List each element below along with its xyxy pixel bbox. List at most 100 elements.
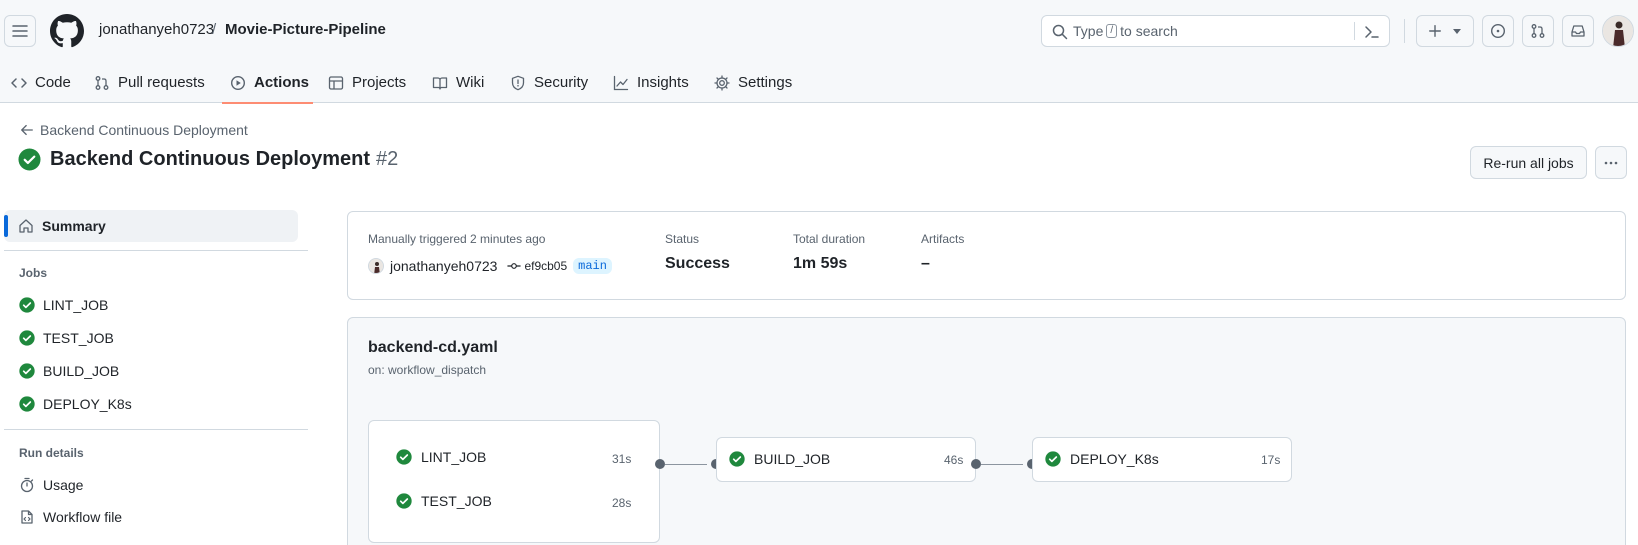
check-circle-fill-icon [19, 396, 35, 412]
check-circle-fill-icon [19, 363, 35, 379]
sidebar-item-workflow-file[interactable]: Workflow file [19, 509, 122, 525]
plus-icon [1429, 25, 1441, 37]
tab-projects-label: Projects [352, 74, 407, 91]
sidebar-item-summary[interactable]: Summary [4, 210, 298, 242]
total-duration-value: 1m 59s [793, 255, 848, 272]
active-tab-underline [222, 102, 313, 104]
arrow-left-icon [21, 124, 33, 136]
workflow-file-name[interactable]: backend-cd.yaml [368, 339, 498, 357]
tab-insights[interactable]: Insights [613, 62, 689, 103]
branch-badge[interactable]: main [573, 258, 612, 274]
tab-wiki[interactable]: Wiki [432, 62, 484, 103]
connector-dot [655, 459, 665, 469]
shield-icon [511, 75, 525, 90]
actor-avatar[interactable] [368, 258, 384, 274]
triangle-down-icon [1453, 29, 1461, 34]
job-node-label: TEST_JOB [421, 493, 492, 509]
tab-actions-label: Actions [254, 74, 310, 91]
app-header: jonathanyeh0723 / Movie-Picture-Pipeline… [0, 0, 1638, 104]
tab-insights-label: Insights [637, 74, 689, 91]
inbox-icon [1571, 25, 1585, 37]
page-title-text: Backend Continuous Deployment [50, 148, 371, 170]
command-palette-icon[interactable] [1364, 24, 1380, 40]
back-link-label: Backend Continuous Deployment [40, 122, 248, 138]
job-node-test[interactable]: TEST_JOB [396, 493, 492, 509]
sidebar-job-deploy[interactable]: DEPLOY_K8s [19, 396, 132, 412]
tab-security[interactable]: Security [510, 62, 588, 103]
sidebar-run-details-heading: Run details [19, 446, 84, 460]
table-icon [328, 75, 344, 90]
issues-button[interactable] [1482, 15, 1514, 47]
tab-projects[interactable]: Projects [328, 62, 406, 103]
job-node-deploy[interactable]: DEPLOY_K8s 17s [1032, 437, 1292, 482]
job-node-lint[interactable]: LINT_JOB [396, 449, 486, 465]
trigger-label: Manually triggered 2 minutes ago [368, 232, 546, 246]
search-divider [1354, 22, 1355, 40]
job-node-label: DEPLOY_K8s [1070, 451, 1159, 467]
search-placeholder: Type / to search [1073, 23, 1178, 39]
search-input[interactable]: Type / to search [1041, 15, 1390, 47]
tab-wiki-label: Wiki [456, 74, 485, 91]
tab-settings-label: Settings [738, 74, 793, 91]
hamburger-icon [12, 25, 28, 37]
job-group-lint-test: LINT_JOB 31s TEST_JOB 28s [368, 420, 660, 543]
search-shortcut-key: / [1106, 24, 1118, 38]
check-circle-fill-icon [18, 148, 41, 171]
commit-sha[interactable]: ef9cb05 [507, 259, 567, 273]
sidebar-job-label: BUILD_JOB [43, 363, 120, 379]
breadcrumb-owner[interactable]: jonathanyeh0723 [99, 21, 214, 38]
sidebar-job-lint[interactable]: LINT_JOB [19, 297, 108, 313]
breadcrumb-repo[interactable]: Movie-Picture-Pipeline [225, 21, 386, 38]
status-value: Success [665, 255, 730, 272]
tab-code[interactable]: Code [11, 62, 71, 103]
home-icon [19, 219, 33, 233]
connector-dot [971, 459, 981, 469]
sidebar-job-label: TEST_JOB [43, 330, 114, 346]
job-node-build[interactable]: BUILD_JOB 46s [716, 437, 976, 482]
issue-opened-icon [1490, 23, 1506, 39]
job-duration: 46s [944, 453, 964, 467]
job-node-deploy-row: DEPLOY_K8s [1045, 451, 1159, 467]
check-circle-fill-icon [396, 449, 412, 465]
search-prefix-text: Type [1073, 23, 1104, 39]
back-link[interactable]: Backend Continuous Deployment [20, 122, 248, 138]
sidebar-active-indicator [4, 215, 8, 237]
job-node-label: BUILD_JOB [754, 451, 831, 467]
rerun-all-jobs-button[interactable]: Re-run all jobs [1470, 146, 1587, 179]
sidebar-divider [4, 429, 308, 430]
actor-name[interactable]: jonathanyeh0723 [390, 258, 497, 274]
workflow-graph-card: backend-cd.yaml on: workflow_dispatch LI… [347, 317, 1626, 545]
more-options-button[interactable] [1595, 146, 1627, 179]
check-circle-fill-icon [19, 330, 35, 346]
menu-button[interactable] [4, 15, 36, 47]
job-node-build-row: BUILD_JOB [729, 451, 830, 467]
git-pull-request-icon [1531, 24, 1545, 38]
check-circle-fill-icon [396, 493, 412, 509]
job-duration: 17s [1261, 453, 1281, 467]
run-number: #2 [376, 148, 399, 170]
tab-settings[interactable]: Settings [714, 62, 792, 103]
page-title-row: Backend Continuous Deployment #2 [18, 148, 398, 171]
file-code-icon [21, 510, 33, 524]
check-circle-fill-icon [19, 297, 35, 313]
artifacts-label: Artifacts [921, 232, 965, 246]
search-icon [1052, 24, 1068, 40]
create-new-button[interactable] [1416, 15, 1474, 47]
workflow-trigger: on: workflow_dispatch [368, 363, 487, 377]
tab-actions[interactable]: Actions [230, 62, 309, 103]
sidebar-job-test[interactable]: TEST_JOB [19, 330, 114, 346]
sidebar-item-usage[interactable]: Usage [19, 477, 83, 493]
page-title: Backend Continuous Deployment #2 [50, 148, 398, 171]
kebab-horizontal-icon [1604, 161, 1618, 164]
user-avatar[interactable] [1602, 15, 1634, 47]
run-summary-card: Manually triggered 2 minutes ago jonatha… [347, 211, 1626, 300]
artifacts-value: – [921, 255, 930, 272]
inbox-button[interactable] [1562, 15, 1594, 47]
pull-requests-button[interactable] [1522, 15, 1554, 47]
sidebar-job-build[interactable]: BUILD_JOB [19, 363, 119, 379]
github-logo-icon[interactable] [50, 14, 84, 48]
status-label: Status [665, 232, 700, 246]
check-circle-fill-icon [729, 451, 745, 467]
tab-pull-requests[interactable]: Pull requests [94, 62, 205, 103]
job-duration: 31s [612, 452, 632, 466]
